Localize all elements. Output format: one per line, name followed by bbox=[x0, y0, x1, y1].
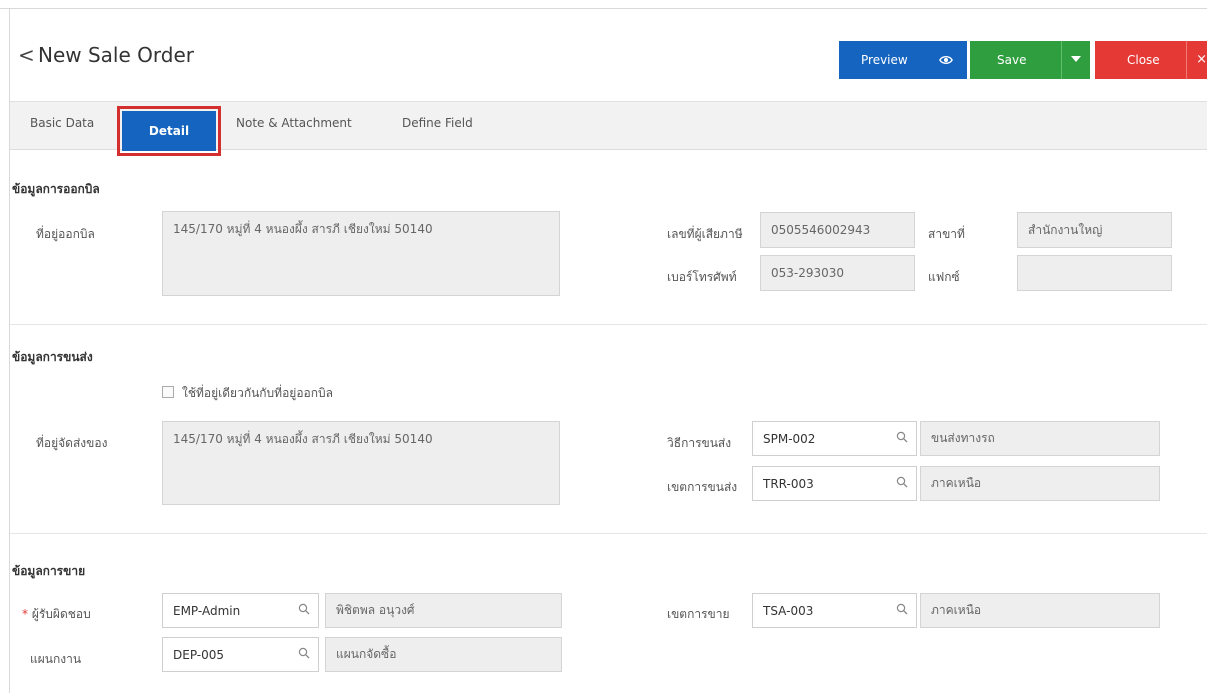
caret-down-icon[interactable] bbox=[1071, 56, 1081, 62]
search-icon[interactable] bbox=[298, 603, 310, 615]
search-icon[interactable] bbox=[896, 603, 908, 615]
page-header: < New Sale Order Preview Save Close × bbox=[10, 9, 1207, 101]
tab-note-attachment[interactable]: Note & Attachment bbox=[236, 116, 352, 130]
shipping-zone-name: ภาคเหนือ bbox=[920, 466, 1160, 501]
search-icon[interactable] bbox=[896, 476, 908, 488]
tab-define-field[interactable]: Define Field bbox=[402, 116, 473, 130]
branch-field[interactable]: สำนักงานใหญ่ bbox=[1017, 212, 1172, 248]
owner-name: พิชิตพล อนุวงศ์ bbox=[325, 593, 562, 628]
close-button-label: Close bbox=[1127, 53, 1160, 67]
shipping-address-label: ที่อยู่จัดส่งของ bbox=[36, 436, 108, 450]
fax-label: แฟกซ์ bbox=[928, 270, 960, 284]
shipping-zone-input[interactable]: TRR-003 bbox=[752, 466, 917, 501]
phone-field[interactable]: 053-293030 bbox=[760, 255, 915, 291]
phone-label: เบอร์โทรศัพท์ bbox=[667, 270, 737, 284]
sales-area-code: TSA-003 bbox=[763, 603, 814, 618]
preview-button-label: Preview bbox=[861, 53, 908, 67]
required-mark: * bbox=[22, 607, 28, 621]
department-input[interactable]: DEP-005 bbox=[162, 637, 319, 672]
section-divider bbox=[10, 533, 1207, 534]
sales-area-name: ภาคเหนือ bbox=[920, 593, 1160, 628]
billing-address-label: ที่อยู่ออกบิล bbox=[36, 227, 95, 241]
sales-area-input[interactable]: TSA-003 bbox=[752, 593, 917, 628]
eye-icon bbox=[939, 56, 953, 64]
sales-section-title: ข้อมูลการขาย bbox=[12, 564, 86, 578]
save-button-label: Save bbox=[997, 53, 1027, 67]
shipping-section-title: ข้อมูลการขนส่ง bbox=[12, 350, 93, 364]
shipping-method-label: วิธีการขนส่ง bbox=[667, 436, 732, 450]
owner-label-text: ผู้รับผิดชอบ bbox=[31, 607, 91, 621]
billing-section-title: ข้อมูลการออกบิล bbox=[12, 182, 100, 196]
tab-bar: Basic Data Detail Note & Attachment Defi… bbox=[10, 101, 1207, 156]
department-code: DEP-005 bbox=[173, 647, 225, 662]
chevron-left-icon[interactable]: < bbox=[18, 43, 35, 67]
section-divider bbox=[10, 324, 1207, 325]
owner-label: * ผู้รับผิดชอบ bbox=[22, 605, 91, 624]
tab-basic-data[interactable]: Basic Data bbox=[30, 116, 94, 130]
same-address-checkbox[interactable] bbox=[162, 386, 174, 398]
branch-label: สาขาที่ bbox=[928, 227, 965, 241]
owner-input[interactable]: EMP-Admin bbox=[162, 593, 319, 628]
sales-area-label: เขตการขาย bbox=[667, 607, 730, 621]
save-button[interactable]: Save bbox=[970, 41, 1090, 79]
owner-code: EMP-Admin bbox=[173, 603, 241, 618]
department-label: แผนกงาน bbox=[30, 652, 82, 666]
page-title: New Sale Order bbox=[38, 43, 194, 67]
save-button-divider bbox=[1061, 41, 1062, 79]
department-name: แผนกจัดซื้อ bbox=[325, 637, 562, 672]
billing-address-field[interactable]: 145/170 หมู่ที่ 4 หนองผึ้ง สารภี เชียงให… bbox=[162, 211, 560, 296]
shipping-method-code: SPM-002 bbox=[763, 431, 816, 446]
tax-id-label: เลขที่ผู้เสียภาษี bbox=[667, 227, 743, 241]
shipping-address-field[interactable]: 145/170 หมู่ที่ 4 หนองผึ้ง สารภี เชียงให… bbox=[162, 421, 560, 505]
tax-id-field[interactable]: 0505546002943 bbox=[760, 212, 915, 248]
shipping-zone-code: TRR-003 bbox=[763, 476, 814, 491]
shipping-method-name: ขนส่งทางรถ bbox=[920, 421, 1160, 456]
shipping-method-input[interactable]: SPM-002 bbox=[752, 421, 917, 456]
search-icon[interactable] bbox=[298, 647, 310, 659]
preview-button[interactable]: Preview bbox=[839, 41, 967, 79]
close-icon[interactable]: × bbox=[1196, 52, 1207, 67]
fax-field[interactable] bbox=[1017, 255, 1172, 291]
close-button-divider bbox=[1186, 41, 1187, 79]
tab-detail-label: Detail bbox=[122, 111, 216, 151]
same-address-label: ใช้ที่อยู่เดียวกันกับที่อยู่ออกบิล bbox=[182, 386, 333, 400]
search-icon[interactable] bbox=[896, 431, 908, 443]
close-button[interactable]: Close × bbox=[1095, 41, 1207, 79]
tab-detail[interactable]: Detail bbox=[117, 106, 221, 156]
shipping-zone-label: เขตการขนส่ง bbox=[667, 480, 738, 494]
